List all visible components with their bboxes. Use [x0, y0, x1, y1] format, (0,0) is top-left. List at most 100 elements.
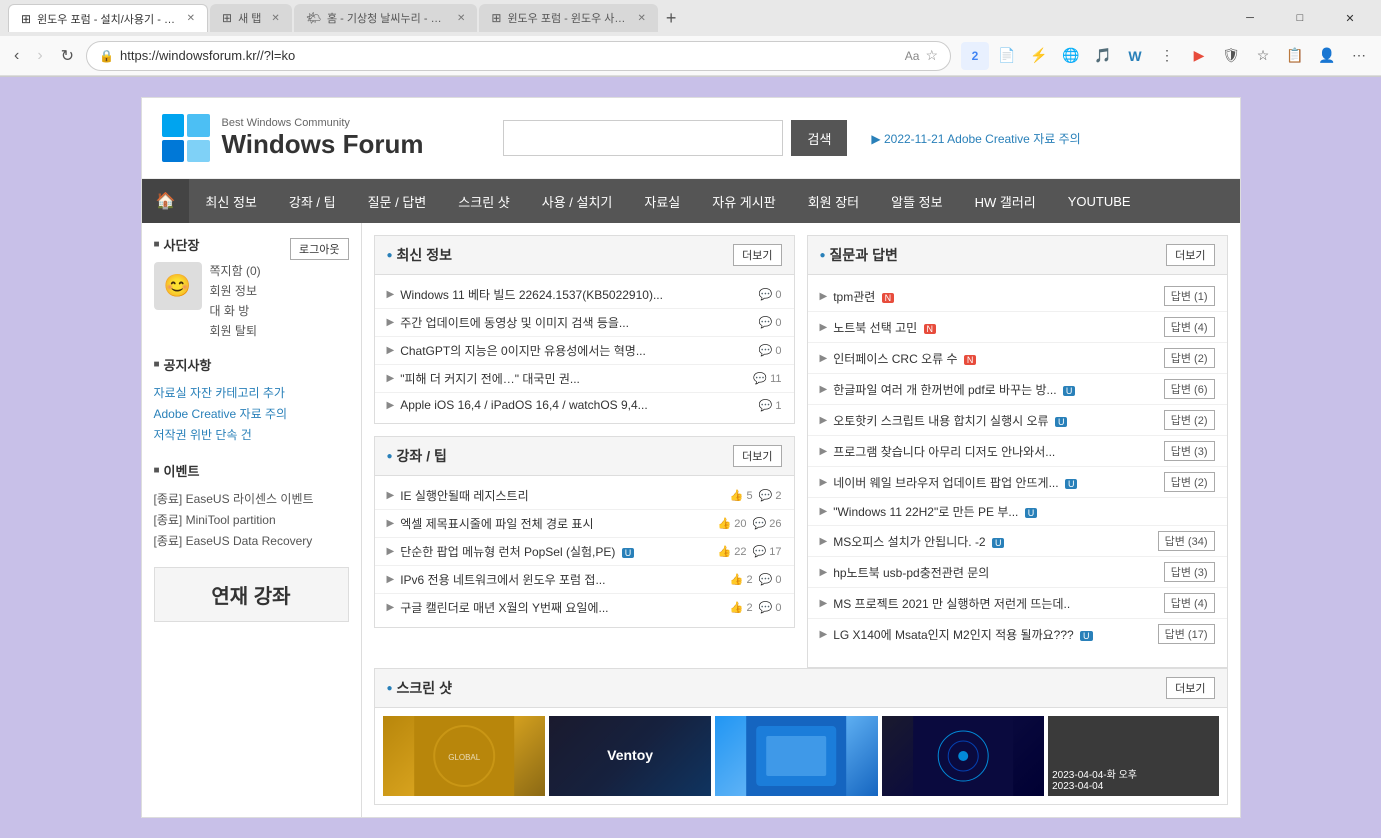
- settings-icon[interactable]: ⋯: [1345, 42, 1373, 70]
- forward-button[interactable]: ›: [31, 43, 48, 69]
- favorites-icon[interactable]: ☆: [1249, 42, 1277, 70]
- search-button[interactable]: 검색: [791, 120, 847, 156]
- bookmark-icon[interactable]: ☆: [925, 47, 938, 64]
- youtube-icon[interactable]: ▶: [1185, 42, 1213, 70]
- list-item: ▶ 엑셀 제목표시줄에 파일 전체 경로 표시 👍 20 💬 26: [375, 510, 794, 538]
- tab-1-close[interactable]: ✕: [187, 13, 195, 24]
- post-title[interactable]: 인터페이스 CRC 오류 수 N: [833, 350, 1158, 367]
- nav-hwgallery[interactable]: HW 갤러리: [959, 180, 1052, 223]
- tab-4[interactable]: ⊞ 윈도우 포럼 - 윈도우 사용자 모... ✕: [479, 4, 657, 32]
- maximize-button[interactable]: □: [1277, 4, 1323, 32]
- tab-4-close[interactable]: ✕: [637, 13, 645, 24]
- post-title[interactable]: 단순한 팝업 메뉴형 런처 PopSel (실험,PE) U: [400, 543, 711, 560]
- nav-latest[interactable]: 최신 정보: [189, 180, 272, 223]
- sidebar-user-header: 사단장 로그아웃: [154, 235, 349, 262]
- latest-news-title: 최신 정보: [387, 245, 452, 265]
- screenshot-item-5[interactable]: 2023-04-04-화 오후 2023-04-04: [1048, 716, 1218, 796]
- post-title[interactable]: tpm관련 N: [833, 288, 1158, 305]
- post-title[interactable]: Apple iOS 16,4 / iPadOS 16,4 / watchOS 9…: [400, 398, 752, 412]
- tab-3[interactable]: 🌤 홈 - 기상청 날씨누리 - https://w... ✕: [294, 4, 478, 32]
- tab-2-close[interactable]: ✕: [271, 13, 279, 24]
- qna-title: 질문과 답변: [820, 245, 898, 265]
- nav-screenshot[interactable]: 스크린 샷: [442, 180, 525, 223]
- arrow-icon: ▶: [820, 353, 828, 364]
- qna-more[interactable]: 더보기: [1166, 244, 1214, 266]
- post-title[interactable]: "Windows 11 22H2"로 만든 PE 부... U: [833, 503, 1214, 520]
- extension-icon-1[interactable]: 2: [961, 42, 989, 70]
- list-item: ▶ 단순한 팝업 메뉴형 런처 PopSel (실험,PE) U 👍 22 💬 …: [375, 538, 794, 566]
- url-bar[interactable]: 🔒 https://windowsforum.kr//?l=ko Aa ☆: [86, 41, 951, 71]
- nav-lecture[interactable]: 강좌 / 팁: [273, 180, 352, 223]
- search-input[interactable]: [503, 120, 783, 156]
- reload-button[interactable]: ↻: [55, 42, 80, 70]
- post-title[interactable]: 노트북 선택 고민 N: [833, 319, 1158, 336]
- collections-icon[interactable]: 📋: [1281, 42, 1309, 70]
- post-title[interactable]: Windows 11 베타 빌드 22624.1537(KB5022910)..…: [400, 286, 752, 303]
- post-title[interactable]: IPv6 전용 네트워크에서 윈도우 포럼 접...: [400, 571, 724, 588]
- profile-icon[interactable]: 👤: [1313, 42, 1341, 70]
- arrow-icon: ▶: [387, 490, 395, 501]
- user-link-withdraw[interactable]: 회원 탈퇴: [210, 322, 261, 339]
- post-title[interactable]: "피해 더 커지기 전에…" 대국민 권...: [400, 370, 747, 387]
- notice-link-3[interactable]: 저작권 위반 단속 건: [154, 424, 349, 445]
- post-title[interactable]: 엑셀 제목표시줄에 파일 전체 경로 표시: [400, 515, 711, 532]
- screenshot-item-1[interactable]: GLOBAL: [383, 716, 545, 796]
- notice-link-1[interactable]: 자료실 자잔 카테고리 추가: [154, 382, 349, 403]
- user-link-messages[interactable]: 쪽지함 (0): [210, 262, 261, 279]
- event-link-2[interactable]: [종료] MiniTool partition: [154, 509, 349, 530]
- lectures-body: ▶ IE 실행안될때 레지스트리 👍 5 💬 2 ▶ 엑셀 제목표시줄에 파일 …: [375, 476, 794, 627]
- minimize-button[interactable]: ─: [1227, 4, 1273, 32]
- post-title[interactable]: 오토핫키 스크립트 내용 합치기 실행시 오류 U: [833, 412, 1158, 429]
- nav-usage[interactable]: 사용 / 설치기: [526, 180, 629, 223]
- post-title[interactable]: 구글 캘린더로 매년 X월의 Y번째 요일에...: [400, 599, 724, 616]
- user-link-profile[interactable]: 회원 정보: [210, 282, 261, 299]
- post-title[interactable]: 주간 업데이트에 동영상 및 이미지 검색 등을...: [400, 314, 752, 331]
- screenshot-item-4[interactable]: [882, 716, 1044, 796]
- screenshot-item-2[interactable]: Ventoy: [549, 716, 711, 796]
- qna-body: ▶ tpm관련 N 답변 (1) ▶ 노트북 선택 고민 N 답변 (4): [808, 275, 1227, 655]
- nav-files[interactable]: 자료실: [628, 180, 696, 223]
- notice-link-2[interactable]: Adobe Creative 자료 주의: [154, 403, 349, 424]
- extension-icon-3[interactable]: 🌐: [1057, 42, 1085, 70]
- user-link-chat[interactable]: 대 화 방: [210, 302, 261, 319]
- new-tab-button[interactable]: +: [660, 8, 683, 29]
- logout-button[interactable]: 로그아웃: [290, 238, 348, 260]
- nav-free[interactable]: 자유 게시판: [696, 180, 791, 223]
- post-title[interactable]: 프로그램 찾습니다 아무리 디저도 안나와서...: [833, 443, 1158, 460]
- nav-market[interactable]: 회원 장터: [792, 180, 875, 223]
- edge-icon[interactable]: 🛡: [1217, 42, 1245, 70]
- post-title[interactable]: LG X140에 Msata인지 M2인지 적용 될까요??? U: [833, 626, 1151, 643]
- screenshot-item-3[interactable]: [715, 716, 877, 796]
- nav-frugal[interactable]: 알뜰 정보: [875, 180, 958, 223]
- event-link-3[interactable]: [종료] EaseUS Data Recovery: [154, 530, 349, 551]
- extension-icon-6[interactable]: ⋮: [1153, 42, 1181, 70]
- nav-qna[interactable]: 질문 / 답변: [352, 180, 443, 223]
- extension-icon-5[interactable]: W: [1121, 42, 1149, 70]
- tab-3-close[interactable]: ✕: [457, 13, 465, 24]
- notice-arrow: ▶: [871, 132, 884, 146]
- tab-2[interactable]: ⊞ 새 탭 ✕: [210, 4, 292, 32]
- back-button[interactable]: ‹: [8, 43, 25, 69]
- lectures-header: 강좌 / 팁 더보기: [375, 437, 794, 476]
- post-title[interactable]: MS 프로젝트 2021 만 실행하면 저런게 뜨는데..: [833, 595, 1158, 612]
- nav-home[interactable]: 🏠: [142, 179, 190, 223]
- lectures-more[interactable]: 더보기: [733, 445, 781, 467]
- event-link-1[interactable]: [종료] EaseUS 라이센스 이벤트: [154, 488, 349, 509]
- pdf-icon[interactable]: 📄: [993, 42, 1021, 70]
- post-title[interactable]: MS오피스 설치가 안됩니다. -2 U: [833, 533, 1151, 550]
- screenshots-more[interactable]: 더보기: [1166, 677, 1214, 699]
- qna-header: 질문과 답변 더보기: [808, 236, 1227, 275]
- close-button[interactable]: ✕: [1327, 4, 1373, 32]
- extension-icon-4[interactable]: 🎵: [1089, 42, 1117, 70]
- list-item: ▶ Windows 11 베타 빌드 22624.1537(KB5022910)…: [375, 281, 794, 309]
- extension-icon-2[interactable]: ⚡: [1025, 42, 1053, 70]
- list-item: ▶ 한글파일 여러 개 한꺼번에 pdf로 바꾸는 방... U 답변 (6): [808, 374, 1227, 405]
- post-title[interactable]: IE 실행안될때 레지스트리: [400, 487, 724, 504]
- latest-news-more[interactable]: 더보기: [733, 244, 781, 266]
- post-title[interactable]: 네이버 웨일 브라우저 업데이트 팝업 안뜨게... U: [833, 474, 1158, 491]
- post-title[interactable]: ChatGPT의 지능은 0이지만 유용성에서는 혁명...: [400, 342, 752, 359]
- post-title[interactable]: hp노트북 usb-pd충전관련 문의: [833, 564, 1158, 581]
- tab-1[interactable]: ⊞ 윈도우 포럼 - 설치/사용기 - http... ✕: [8, 4, 208, 32]
- nav-youtube[interactable]: YOUTUBE: [1052, 182, 1147, 221]
- post-title[interactable]: 한글파일 여러 개 한꺼번에 pdf로 바꾸는 방... U: [833, 381, 1158, 398]
